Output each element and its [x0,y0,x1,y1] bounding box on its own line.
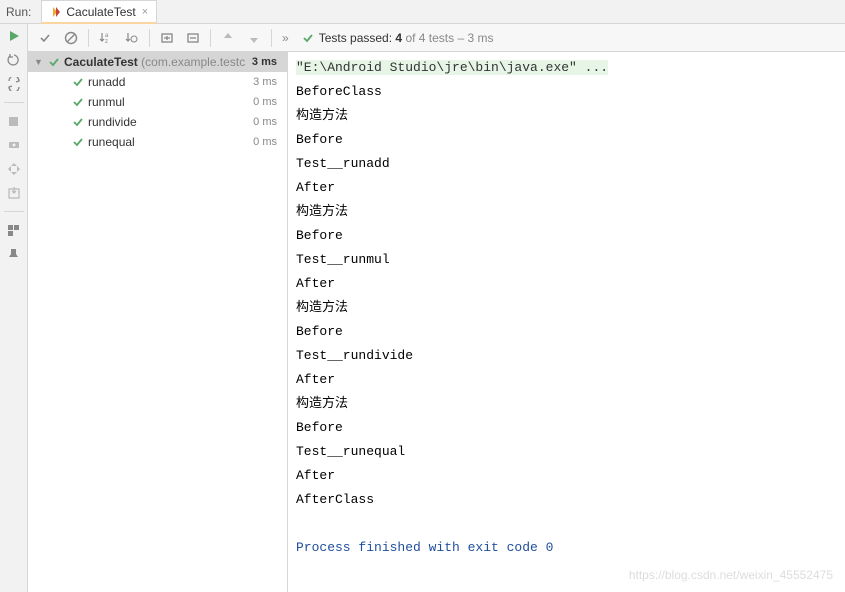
test-tree[interactable]: ▼ CaculateTest (com.example.testc 3 ms r… [28,52,288,592]
run-label: Run: [6,5,31,19]
check-icon [72,76,84,88]
layout-settings-button[interactable] [6,161,22,177]
tree-item-time: 0 ms [253,116,281,128]
check-icon [48,56,60,68]
console-line: Before [296,224,837,248]
close-icon[interactable]: × [142,6,148,18]
show-ignored-button[interactable] [60,27,82,49]
expand-all-button[interactable] [156,27,178,49]
tree-root-row[interactable]: ▼ CaculateTest (com.example.testc 3 ms [28,52,287,72]
center-panel: az » Tests passed: 4 of 4 tests – 3 ms [28,24,845,592]
console-line: Test__rundivide [296,344,837,368]
check-icon [72,116,84,128]
check-icon [72,96,84,108]
dump-threads-button[interactable] [6,137,22,153]
tree-item[interactable]: runequal 0 ms [28,132,287,152]
console-line: Before [296,416,837,440]
console-line: 构造方法 [296,296,837,320]
toolbar-separator [88,29,89,47]
console-line: Test__runmul [296,248,837,272]
console-line: Test__runequal [296,440,837,464]
watermark: https://blog.csdn.net/weixin_45552475 [629,568,833,582]
console-line: 构造方法 [296,392,837,416]
pin-button[interactable] [6,246,22,262]
console-line: After [296,176,837,200]
console-line: BeforeClass [296,80,837,104]
nav-separator [4,102,24,103]
console-exit-line: Process finished with exit code 0 [296,536,837,560]
collapse-all-button[interactable] [182,27,204,49]
prev-test-button[interactable] [217,27,239,49]
console-line: Before [296,320,837,344]
nav-separator [4,211,24,212]
chevron-right-icon: » [282,31,289,45]
tree-item-time: 3 ms [253,76,281,88]
toggle-auto-test-button[interactable] [6,76,22,92]
check-icon [72,136,84,148]
rerun-button[interactable] [6,52,22,68]
tree-item-time: 0 ms [253,96,281,108]
console-line: After [296,464,837,488]
status-text: Tests passed: 4 of 4 tests – 3 ms [319,31,494,45]
console-line: 构造方法 [296,104,837,128]
console-line: 构造方法 [296,200,837,224]
header-bar: Run: CaculateTest × [0,0,845,24]
chevron-down-icon[interactable]: ▼ [34,57,44,67]
svg-text:z: z [105,39,108,45]
tree-item[interactable]: runmul 0 ms [28,92,287,112]
tree-root-time: 3 ms [252,56,281,68]
test-toolbar: az » Tests passed: 4 of 4 tests – 3 ms [28,24,845,52]
main-area: az » Tests passed: 4 of 4 tests – 3 ms [0,24,845,592]
tree-item-label: runadd [88,75,249,89]
sort-alpha-button[interactable]: az [95,27,117,49]
check-icon [301,31,315,45]
test-config-icon [50,6,62,18]
toolbar-separator [271,29,272,47]
sort-duration-button[interactable] [121,27,143,49]
tree-item-label: rundivide [88,115,249,129]
toolbar-separator [149,29,150,47]
left-nav-column [0,24,28,592]
tab-name: CaculateTest [66,5,135,19]
console-line: After [296,368,837,392]
tree-item[interactable]: rundivide 0 ms [28,112,287,132]
console-line: AfterClass [296,488,837,512]
run-config-tab[interactable]: CaculateTest × [41,0,157,24]
import-tests-button[interactable] [6,185,22,201]
console-command: "E:\Android Studio\jre\bin\java.exe" ... [296,60,608,75]
run-button[interactable] [6,28,22,44]
console-line: Test__runadd [296,152,837,176]
stop-button[interactable] [6,113,22,129]
show-passed-button[interactable] [34,27,56,49]
tree-item-label: runmul [88,95,249,109]
test-status: Tests passed: 4 of 4 tests – 3 ms [301,31,494,45]
console-output[interactable]: "E:\Android Studio\jre\bin\java.exe" ...… [288,52,845,592]
tree-item[interactable]: runadd 3 ms [28,72,287,92]
tree-root-label: CaculateTest (com.example.testc [64,55,248,69]
next-test-button[interactable] [243,27,265,49]
tree-item-label: runequal [88,135,249,149]
tree-item-time: 0 ms [253,136,281,148]
toolbar-separator [210,29,211,47]
content-split: ▼ CaculateTest (com.example.testc 3 ms r… [28,52,845,592]
console-line: Before [296,128,837,152]
restore-layout-button[interactable] [6,222,22,238]
console-line: After [296,272,837,296]
